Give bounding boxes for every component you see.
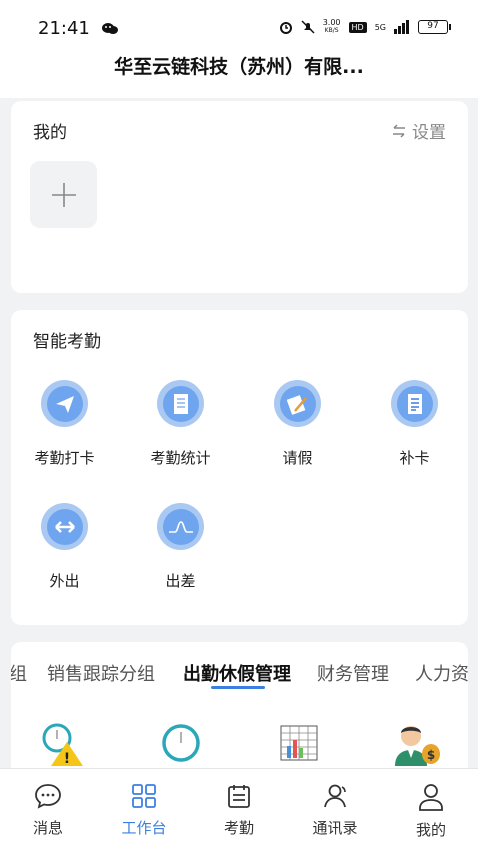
attendance-card: 智能考勤 考勤打卡 考勤统计 请假 补卡 外出 出差 <box>11 310 468 625</box>
status-icons: 3.00 KB/S HD 5G 97 <box>279 18 451 35</box>
status-bar: 21:41 3.00 KB/S HD 5G 97 <box>0 0 478 52</box>
app-leave[interactable]: 请假 <box>239 380 356 468</box>
groups-card: 组 销售跟踪分组 出勤休假管理 财务管理 人力资 ! $ <box>11 642 468 782</box>
chat-bubble-icon <box>35 784 61 809</box>
app-label: 请假 <box>282 449 313 467</box>
app-label: 考勤统计 <box>150 449 211 467</box>
chart-table-icon[interactable] <box>279 724 319 762</box>
app-go-out[interactable]: 外出 <box>6 503 123 591</box>
network-type: 5G <box>374 22 386 32</box>
svg-text:$: $ <box>427 748 435 762</box>
tabbar-label: 考勤 <box>223 819 254 837</box>
app-label: 出差 <box>165 572 196 590</box>
tabbar-workbench[interactable]: 工作台 <box>104 783 184 838</box>
swap-icon <box>393 123 405 138</box>
tabbar-label: 消息 <box>32 819 63 837</box>
tabbar-label: 我的 <box>415 821 446 839</box>
tabbar-contacts[interactable]: 通讯录 <box>295 783 375 838</box>
hd-badge: HD <box>348 21 367 33</box>
tab-group[interactable]: 组 <box>11 660 27 686</box>
tabbar-me[interactable]: 我的 <box>391 783 471 840</box>
grid-icon <box>132 784 156 808</box>
tabbar-label: 工作台 <box>121 819 167 837</box>
page-title: 华至云链科技（苏州）有限... <box>114 56 364 78</box>
app-attendance-checkin[interactable]: 考勤打卡 <box>6 380 123 468</box>
settings-label: 设置 <box>412 123 446 143</box>
network-speed: 3.00 KB/S <box>322 18 341 35</box>
tabbar-label: 通讯录 <box>312 819 358 837</box>
settings-button[interactable]: 设置 <box>390 118 446 143</box>
app-makeup-card[interactable]: 补卡 <box>356 380 473 468</box>
alarm-icon <box>279 22 292 34</box>
clock-warning-icon[interactable]: ! <box>41 722 87 768</box>
tab-finance[interactable]: 财务管理 <box>317 660 389 686</box>
person-icon <box>419 784 443 811</box>
title-bar: 华至云链科技（苏州）有限... <box>0 52 478 98</box>
edit-note-icon <box>286 394 307 415</box>
app-attendance-stats[interactable]: 考勤统计 <box>122 380 239 468</box>
wechat-icon <box>102 23 118 34</box>
app-label: 外出 <box>49 572 80 590</box>
bottom-tab-bar: 消息 工作台 考勤 通讯录 我的 <box>0 768 478 850</box>
svg-text:!: ! <box>64 751 70 767</box>
attendance-title: 智能考勤 <box>33 332 101 352</box>
contacts-icon <box>324 784 346 808</box>
clock-icon[interactable] <box>160 722 202 764</box>
app-label: 补卡 <box>399 449 430 467</box>
battery-indicator: 97 <box>418 20 451 34</box>
money-person-icon[interactable]: $ <box>391 718 441 766</box>
mute-icon <box>301 20 315 34</box>
tab-hr[interactable]: 人力资 <box>415 660 468 686</box>
status-time: 21:41 <box>38 18 90 39</box>
add-shortcut-button[interactable] <box>30 161 97 228</box>
plus-icon <box>51 182 76 207</box>
double-arrow-icon <box>54 520 75 533</box>
tab-attendance-leave[interactable]: 出勤休假管理 <box>183 660 291 686</box>
paper-plane-icon <box>55 395 74 413</box>
active-tab-indicator <box>211 686 265 689</box>
list-document-icon <box>407 393 422 414</box>
my-section-card: 我的 设置 <box>11 101 468 293</box>
document-icon <box>173 393 188 414</box>
my-section-title: 我的 <box>33 123 67 143</box>
tabbar-attendance[interactable]: 考勤 <box>199 783 279 838</box>
app-label: 考勤打卡 <box>34 449 95 467</box>
signal-icon <box>394 20 409 34</box>
calendar-icon <box>228 785 250 808</box>
tab-sales-tracking[interactable]: 销售跟踪分组 <box>47 660 155 686</box>
app-business-trip[interactable]: 出差 <box>122 503 239 591</box>
tabbar-messages[interactable]: 消息 <box>8 783 88 838</box>
wave-icon <box>168 520 193 533</box>
